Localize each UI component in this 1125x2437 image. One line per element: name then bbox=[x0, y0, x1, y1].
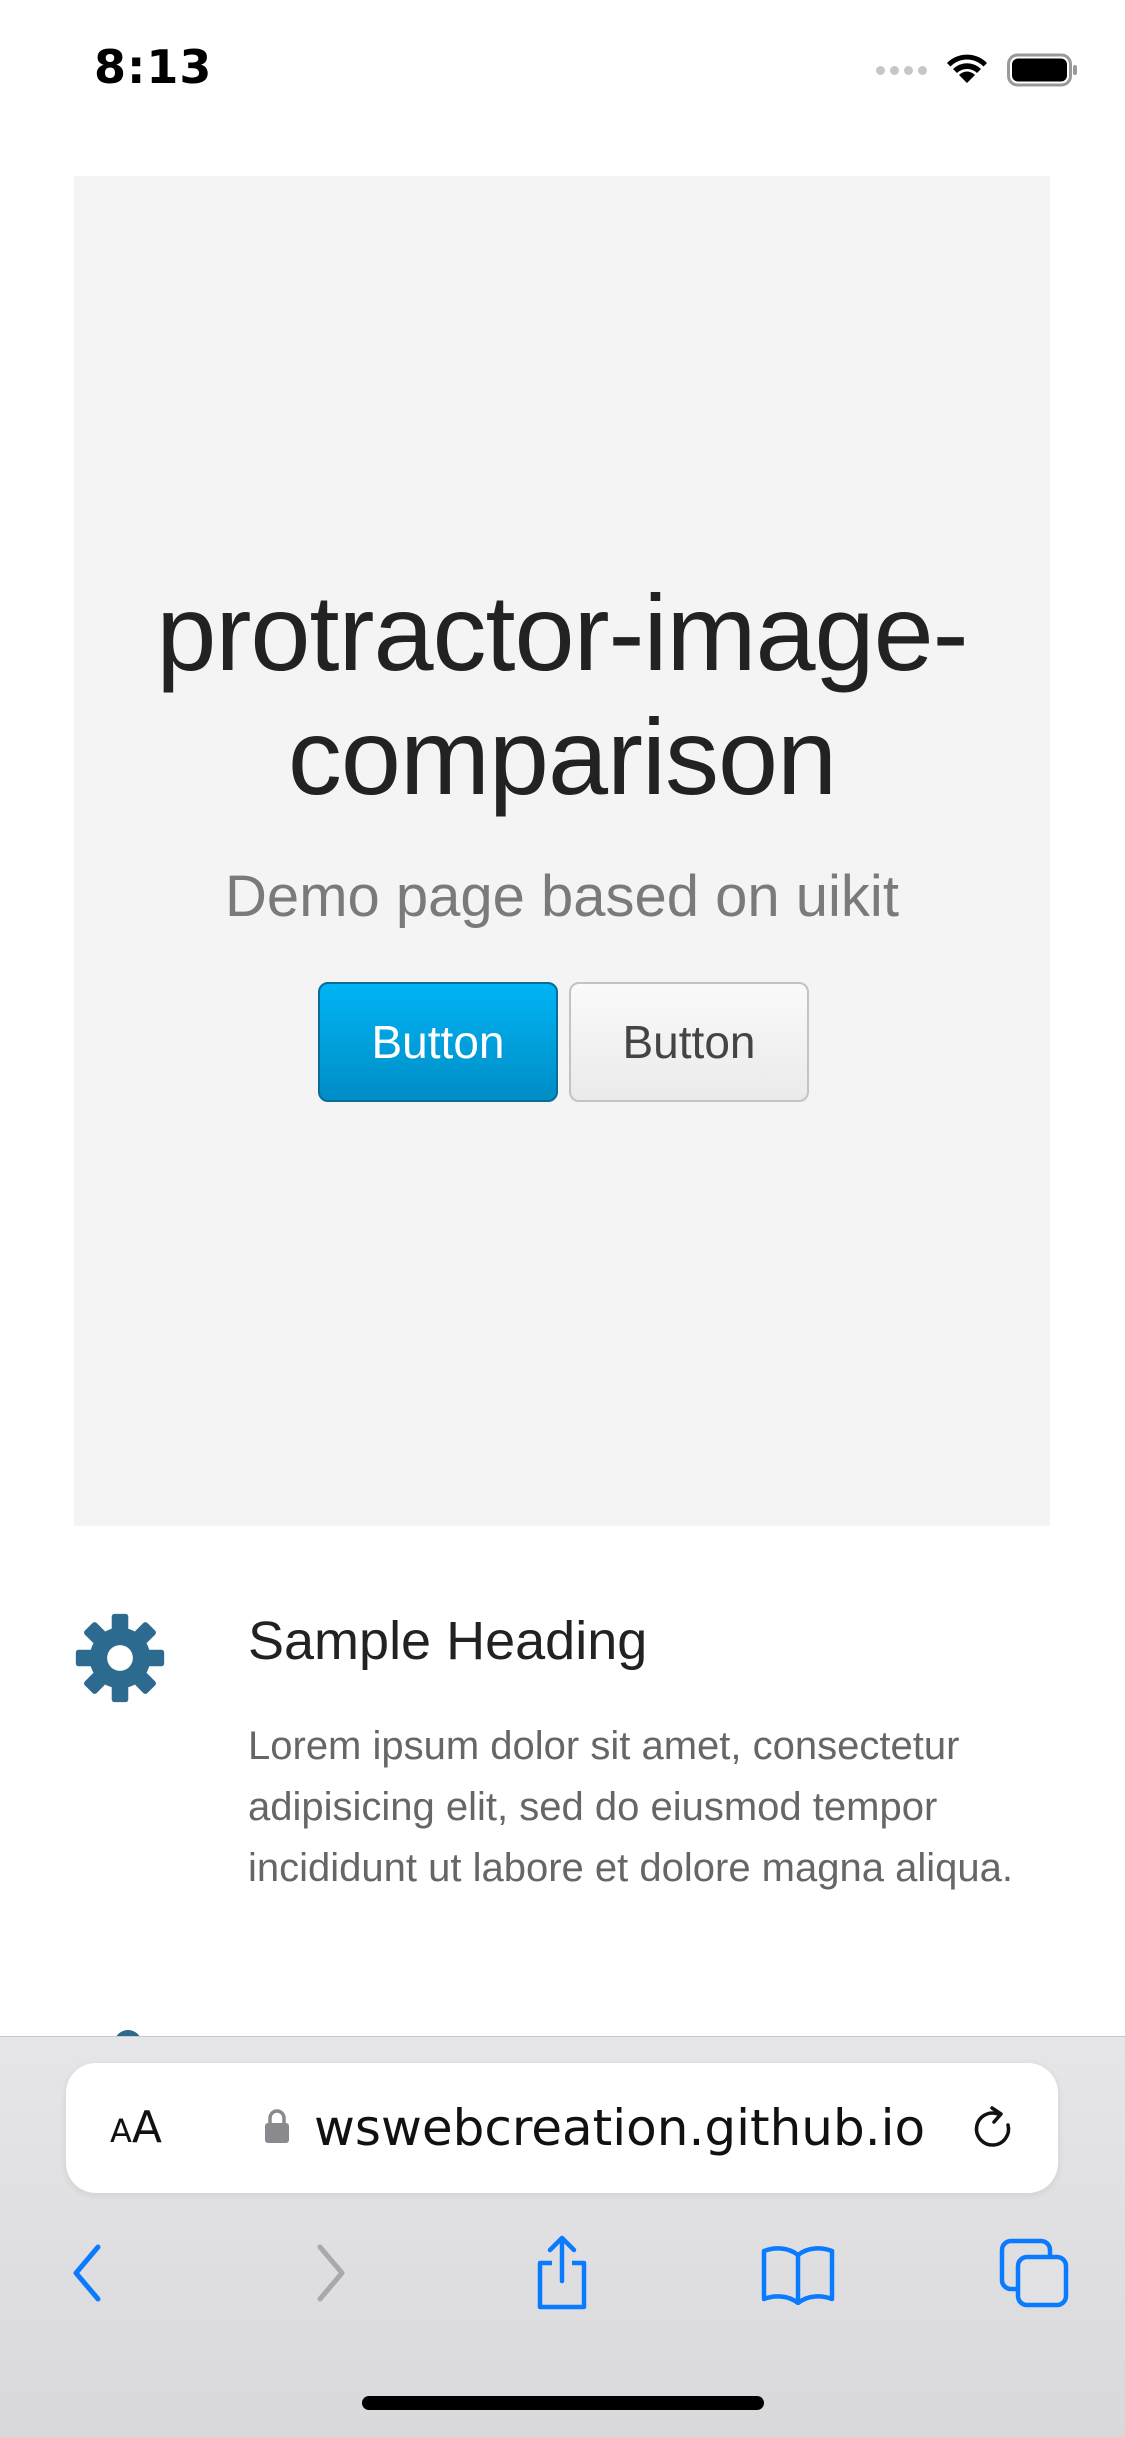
forward-icon bbox=[317, 2244, 345, 2302]
forward-button[interactable] bbox=[290, 2233, 370, 2313]
battery-icon bbox=[1007, 53, 1077, 87]
share-button[interactable] bbox=[522, 2233, 602, 2313]
aa-small: A bbox=[110, 2112, 132, 2150]
aa-large: A bbox=[131, 2102, 162, 2153]
browser-toolbar: AA wswebcreation.github.io bbox=[0, 2036, 1125, 2437]
feature-text: Lorem ipsum dolor sit amet, consectetur … bbox=[248, 1724, 1013, 1890]
wifi-icon bbox=[947, 54, 987, 83]
default-button[interactable]: Button bbox=[569, 982, 809, 1102]
back-button[interactable] bbox=[48, 2233, 128, 2313]
back-icon bbox=[73, 2244, 101, 2302]
hero-title: protractor-image- comparison bbox=[74, 571, 1050, 819]
feature-heading: Sample Heading bbox=[248, 1611, 648, 1671]
tabs-button[interactable] bbox=[994, 2233, 1074, 2313]
gear-icon bbox=[75, 1613, 165, 1703]
bookmarks-button[interactable] bbox=[758, 2233, 838, 2313]
home-indicator[interactable] bbox=[362, 2396, 764, 2410]
hero-section: protractor-image- comparison Demo page b… bbox=[74, 176, 1050, 1526]
tabs-icon bbox=[999, 2238, 1069, 2308]
cellular-signal-icon bbox=[876, 65, 927, 75]
share-icon bbox=[537, 2235, 587, 2310]
address-bar[interactable]: AA wswebcreation.github.io bbox=[66, 2063, 1058, 2193]
reader-options-button[interactable]: AA bbox=[110, 2063, 162, 2193]
primary-button[interactable]: Button bbox=[318, 982, 558, 1102]
bookmarks-icon bbox=[761, 2246, 835, 2305]
status-time: 8:13 bbox=[94, 40, 213, 94]
status-bar: 8:13 bbox=[0, 0, 1125, 140]
reload-icon[interactable] bbox=[968, 2103, 1020, 2155]
hero-subtitle: Demo page based on uikit bbox=[225, 864, 899, 929]
hero-title-line2: comparison bbox=[287, 696, 837, 817]
url-text[interactable]: wswebcreation.github.io bbox=[314, 2063, 925, 2193]
lock-icon bbox=[265, 2109, 289, 2143]
status-icons bbox=[876, 50, 1079, 90]
hero-title-line1: protractor-image- bbox=[156, 572, 968, 693]
